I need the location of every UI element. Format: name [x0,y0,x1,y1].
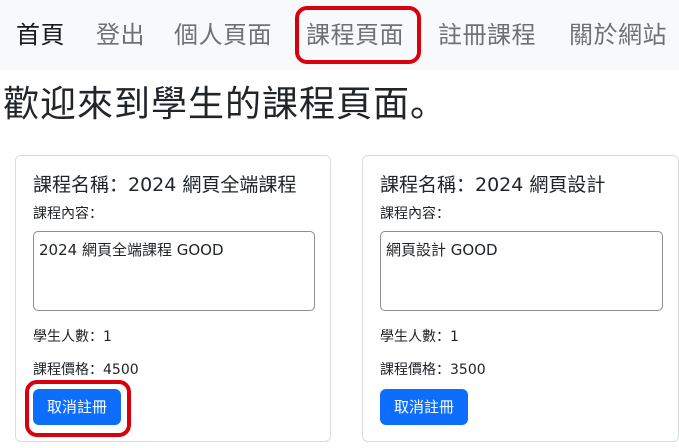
course-students: 學生人數：1 [33,329,112,345]
course-price: 課程價格：4500 [33,362,139,378]
nav-about-link[interactable]: 關於網站 [569,18,667,52]
course-title: 課程名稱：2024 網頁全端課程 [33,174,297,196]
course-card: 課程名稱：2024 網頁設計 課程內容： 網頁設計 GOOD 學生人數：1 課程… [362,155,679,442]
course-content-textarea[interactable]: 2024 網頁全端課程 GOOD [33,231,315,311]
course-price: 課程價格：3500 [380,362,486,378]
course-content-textarea[interactable]: 網頁設計 GOOD [380,231,663,311]
nav-highlight-outline [295,6,421,64]
nav-home-link[interactable]: 首頁 [16,18,65,52]
course-content-label: 課程內容： [380,206,450,222]
nav-enroll-link[interactable]: 註冊課程 [438,18,536,52]
course-title: 課程名稱：2024 網頁設計 [380,174,606,196]
button-highlight-outline [25,380,131,437]
course-content-label: 課程內容： [33,206,103,222]
navbar: 首頁 登出 個人頁面 課程頁面 註冊課程 關於網站 [0,0,679,70]
cancel-enrollment-button[interactable]: 取消註冊 [380,389,468,425]
nav-profile-link[interactable]: 個人頁面 [174,18,272,52]
course-students: 學生人數：1 [380,329,459,345]
page-heading: 歡迎來到學生的課程頁面。 [3,84,448,125]
nav-logout-link[interactable]: 登出 [96,18,145,52]
